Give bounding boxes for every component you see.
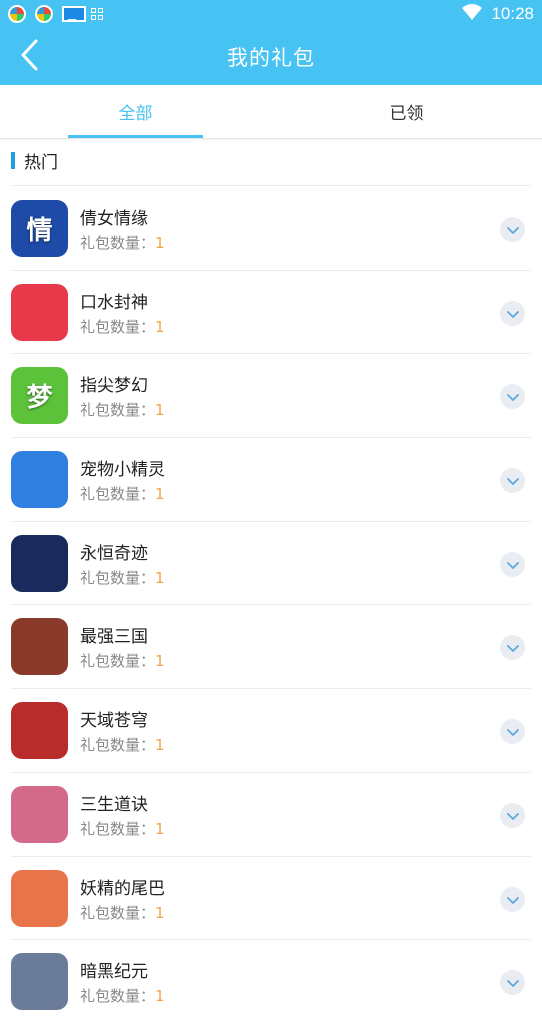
gift-count-value: 1 bbox=[155, 987, 165, 1006]
game-name: 三生道诀 bbox=[80, 794, 148, 815]
gift-count-value: 1 bbox=[155, 401, 165, 420]
gift-list: 情倩女情缘 礼包数量：1 口水封神 礼包数量：1 梦指尖梦幻 礼包数量：1 宠物小精灵 礼包数… bbox=[11, 187, 531, 1024]
tab-bar: 全部 已领 bbox=[0, 85, 542, 139]
gift-list-item[interactable]: 天域苍穹 礼包数量：1 bbox=[11, 689, 531, 773]
page-title: 我的礼包 bbox=[227, 45, 315, 70]
gift-count-value: 1 bbox=[155, 485, 165, 504]
gift-count-row: 礼包数量：1 bbox=[80, 902, 165, 923]
gift-count-label: 礼包数量： bbox=[80, 736, 156, 755]
gift-count-value: 1 bbox=[155, 317, 165, 336]
gift-count-row: 礼包数量：1 bbox=[80, 399, 165, 420]
gift-count-label: 礼包数量： bbox=[80, 987, 156, 1006]
game-name: 指尖梦幻 bbox=[80, 376, 148, 397]
chevron-down-icon bbox=[506, 555, 519, 574]
grid-icon bbox=[91, 8, 103, 20]
section-marker bbox=[11, 152, 15, 169]
chevron-down-icon bbox=[506, 638, 519, 657]
chevron-down-icon bbox=[506, 220, 519, 239]
monitor-icon bbox=[62, 6, 86, 22]
gift-list-item[interactable]: 妖精的尾巴礼包数量：1 bbox=[11, 857, 531, 941]
game-icon bbox=[11, 283, 68, 341]
expand-button[interactable] bbox=[500, 802, 525, 828]
status-time: 10:28 bbox=[491, 4, 534, 23]
game-icon bbox=[11, 451, 68, 509]
gift-count-value: 1 bbox=[155, 234, 165, 252]
gift-count-row: 礼包数量：1 bbox=[80, 316, 165, 337]
game-icon bbox=[11, 953, 68, 1011]
gift-list-item[interactable]: 梦指尖梦幻 礼包数量：1 bbox=[11, 354, 531, 439]
gift-count-label: 礼包数量： bbox=[80, 819, 156, 838]
gift-count-row: 礼包数量：1 bbox=[80, 818, 165, 839]
chevron-down-icon bbox=[506, 806, 519, 825]
gift-count-row: 礼包数量：1 bbox=[80, 734, 165, 755]
gift-list-item[interactable]: 暗黑纪元 礼包数量：1 bbox=[11, 940, 531, 1024]
game-icon: 梦 bbox=[11, 367, 68, 425]
expand-button[interactable] bbox=[500, 384, 525, 410]
expand-button[interactable] bbox=[500, 300, 525, 326]
gift-count-row: 礼包数量：1 bbox=[80, 567, 165, 588]
gift-list-item[interactable]: 宠物小精灵 礼包数量：1 bbox=[11, 438, 531, 522]
gift-count-label: 礼包数量： bbox=[80, 652, 156, 671]
gift-count-label: 礼包数量： bbox=[80, 234, 156, 252]
game-name: 倩女情缘 bbox=[80, 209, 148, 229]
expand-button[interactable] bbox=[500, 551, 525, 577]
game-icon bbox=[11, 869, 68, 927]
gift-count-value: 1 bbox=[155, 652, 165, 671]
gift-count-value: 1 bbox=[155, 568, 165, 587]
gift-count-value: 1 bbox=[155, 903, 165, 922]
tab-all[interactable]: 全部 bbox=[0, 85, 271, 138]
chevron-down-icon bbox=[506, 722, 519, 741]
gift-count-value: 1 bbox=[155, 819, 165, 838]
game-icon bbox=[11, 702, 68, 760]
game-name: 妖精的尾巴 bbox=[80, 878, 165, 899]
chevron-left-icon bbox=[20, 39, 38, 75]
chevron-down-icon bbox=[506, 387, 519, 406]
wifi-icon bbox=[461, 3, 483, 25]
chevron-down-icon bbox=[506, 471, 519, 490]
back-button[interactable] bbox=[14, 39, 44, 75]
game-icon bbox=[11, 618, 68, 676]
game-name: 永恒奇迹 bbox=[80, 543, 148, 564]
gift-list-item[interactable]: 情倩女情缘礼包数量：1 bbox=[11, 187, 531, 271]
gift-count-value: 1 bbox=[155, 736, 165, 755]
gift-count-row: 礼包数量：1 bbox=[80, 483, 165, 504]
gift-count-row: 礼包数量：1 bbox=[80, 232, 165, 253]
app-icon bbox=[8, 5, 26, 23]
chevron-down-icon bbox=[506, 890, 519, 909]
game-name: 暗黑纪元 bbox=[80, 962, 148, 983]
gift-list-item[interactable]: 永恒奇迹礼包数量：1 bbox=[11, 522, 531, 606]
game-icon: 情 bbox=[11, 200, 68, 257]
tab-received[interactable]: 已领 bbox=[271, 85, 542, 138]
expand-button[interactable] bbox=[500, 719, 525, 745]
game-name: 最强三国 bbox=[80, 627, 148, 648]
chevron-down-icon bbox=[506, 973, 519, 992]
gift-list-item[interactable]: 三生道诀礼包数量：1 bbox=[11, 773, 531, 857]
section-header: 热门 bbox=[11, 150, 531, 186]
gift-count-row: 礼包数量：1 bbox=[80, 985, 165, 1006]
game-icon bbox=[11, 534, 68, 592]
gift-list-item[interactable]: 口水封神礼包数量：1 bbox=[11, 271, 531, 355]
expand-button[interactable] bbox=[500, 635, 525, 661]
expand-button[interactable] bbox=[500, 886, 525, 912]
chevron-down-icon bbox=[506, 304, 519, 323]
game-name: 宠物小精灵 bbox=[80, 460, 165, 481]
section-title: 热门 bbox=[24, 153, 58, 173]
expand-button[interactable] bbox=[500, 970, 525, 996]
app-icon bbox=[35, 5, 53, 23]
game-name: 天域苍穹 bbox=[80, 711, 148, 732]
gift-list-item[interactable]: 最强三国 礼包数量：1 bbox=[11, 605, 531, 690]
gift-count-label: 礼包数量： bbox=[80, 401, 156, 420]
gift-count-label: 礼包数量： bbox=[80, 317, 156, 336]
game-icon bbox=[11, 785, 68, 843]
game-name: 口水封神 bbox=[80, 292, 148, 313]
gift-count-row: 礼包数量：1 bbox=[80, 650, 165, 671]
expand-button[interactable] bbox=[500, 468, 525, 494]
gift-count-label: 礼包数量： bbox=[80, 903, 156, 922]
status-bar: 10:28 bbox=[0, 0, 542, 28]
gift-count-label: 礼包数量： bbox=[80, 485, 156, 504]
app-header: 我的礼包 bbox=[0, 28, 542, 85]
gift-count-label: 礼包数量： bbox=[80, 568, 156, 587]
expand-button[interactable] bbox=[500, 217, 525, 242]
